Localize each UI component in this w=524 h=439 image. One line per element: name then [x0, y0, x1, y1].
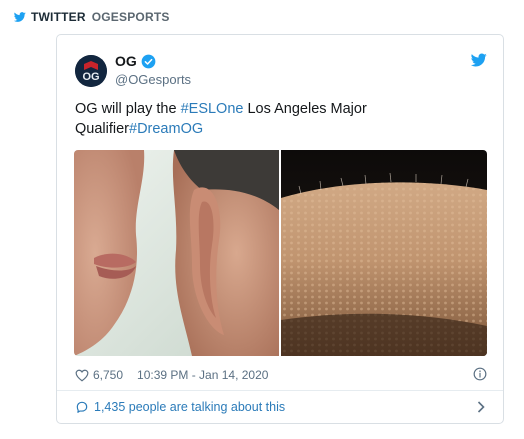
source-account-label: OGESPORTS: [91, 10, 170, 24]
author-avatar[interactable]: OG: [75, 55, 107, 87]
svg-text:OG: OG: [82, 71, 99, 83]
twitter-bird-icon: [14, 12, 26, 22]
media-photo-goosebumps[interactable]: [281, 150, 487, 356]
source-platform-label: TWITTER: [31, 10, 86, 24]
author-name[interactable]: OG: [115, 53, 156, 69]
heart-icon[interactable]: [75, 369, 89, 382]
author-name-text[interactable]: OG: [115, 53, 137, 69]
card-divider: [57, 390, 503, 391]
media-photo-whisper[interactable]: [74, 150, 279, 356]
speech-bubble-icon: [76, 401, 88, 413]
embed-source-header: TWITTER OGESPORTS: [14, 9, 170, 25]
tweet-media[interactable]: [74, 150, 487, 356]
whisper-photo-image: [74, 150, 279, 356]
verified-badge-icon: [141, 54, 156, 68]
tweet-text-segment: OG will play the: [75, 101, 181, 117]
hashtag-link-eslone[interactable]: #ESLOne: [181, 101, 244, 117]
conversation-count-text[interactable]: 1,435 people are talking about this: [94, 400, 285, 414]
author-handle[interactable]: @OGesports: [115, 72, 191, 87]
hashtag-link-dreamog[interactable]: #DreamOG: [129, 121, 203, 137]
like-count[interactable]: 6,750: [93, 368, 123, 382]
tweet-meta-row: 6,750 10:39 PM - Jan 14, 2020: [75, 366, 487, 384]
chevron-right-icon[interactable]: [477, 401, 485, 413]
twitter-logo-icon[interactable]: [471, 53, 487, 67]
tweet-timestamp[interactable]: 10:39 PM - Jan 14, 2020: [137, 368, 268, 382]
goosebumps-photo-image: [281, 150, 487, 356]
tweet-text: OG will play the #ESLOne Los Angeles Maj…: [75, 99, 485, 139]
embedded-tweet-card[interactable]: OG OG @OGesports OG will play the #ESLOn…: [56, 34, 504, 424]
conversation-link[interactable]: 1,435 people are talking about this: [75, 397, 487, 417]
og-logo-icon: OG: [75, 55, 107, 87]
info-icon[interactable]: [473, 367, 487, 381]
